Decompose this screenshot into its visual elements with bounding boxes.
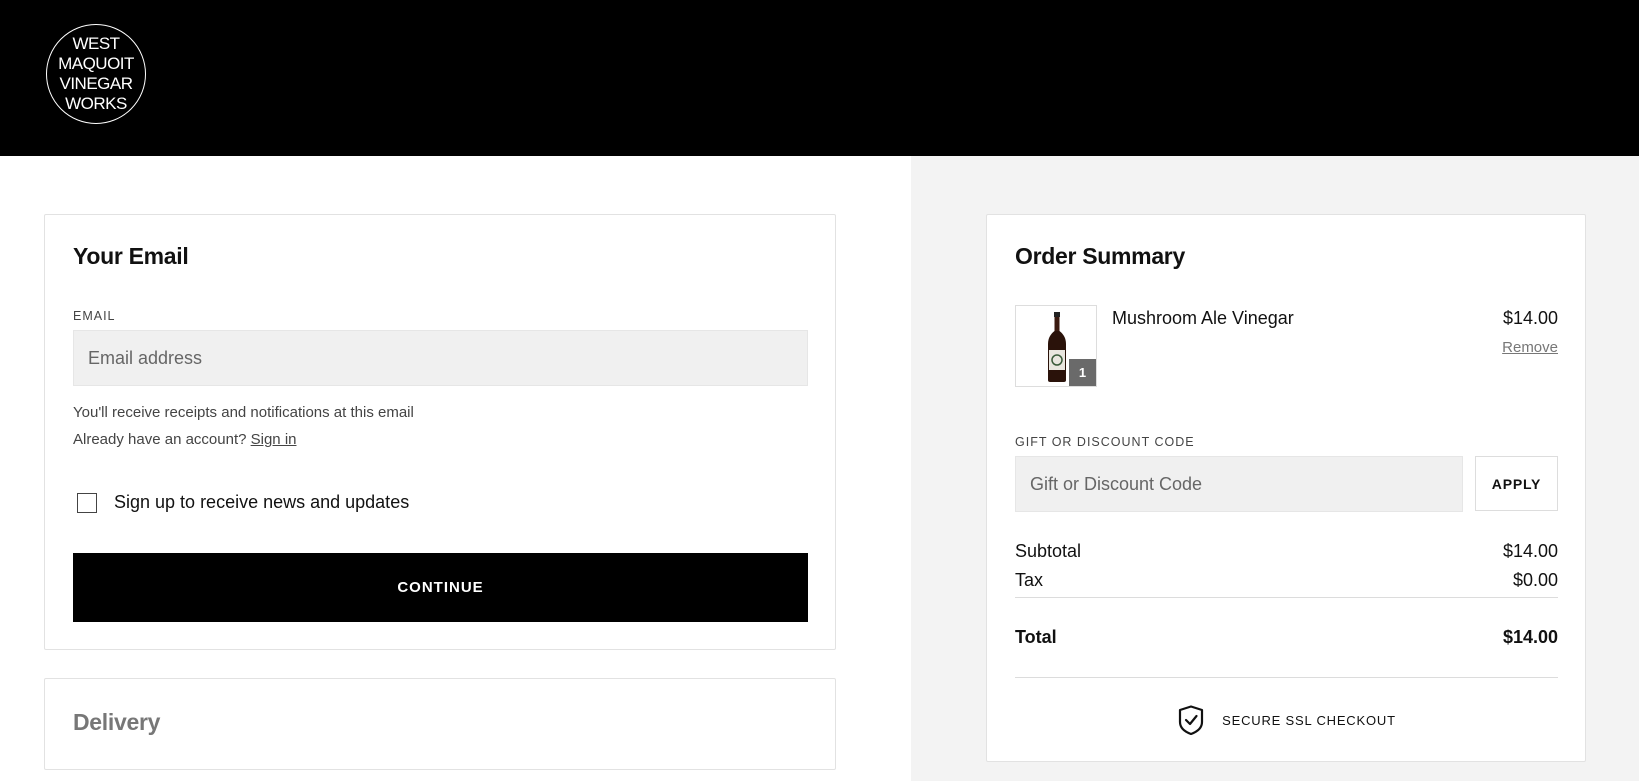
newsletter-label[interactable]: Sign up to receive news and updates: [114, 492, 409, 513]
newsletter-checkbox[interactable]: [77, 492, 97, 513]
order-summary-title: Order Summary: [1015, 243, 1185, 269]
shield-check-icon: [1179, 705, 1204, 735]
subtotal-value: $14.00: [1502, 541, 1558, 561]
logo-line: WEST: [72, 34, 120, 53]
site-header: WEST MAQUOIT VINEGAR WORKS: [0, 0, 1639, 156]
email-card: Your Email EMAIL Email address You'll re…: [44, 214, 836, 650]
continue-button[interactable]: CONTINUE: [73, 553, 808, 622]
email-input[interactable]: Email address: [73, 330, 808, 386]
order-summary-card: Order Summary 1 Mushroom Ale Vinegar $14…: [986, 214, 1586, 762]
tax-row: Tax $0.00: [1015, 570, 1558, 591]
subtotal-label: Subtotal: [1015, 541, 1082, 561]
logo-line: WORKS: [65, 94, 127, 113]
summary-divider: [1015, 597, 1558, 598]
discount-code-input[interactable]: Gift or Discount Code: [1015, 456, 1463, 512]
total-label: Total: [1015, 627, 1057, 647]
total-divider: [1015, 677, 1558, 678]
subtotal-row: Subtotal $14.00: [1015, 541, 1558, 562]
receipt-hint: You'll receive receipts and notification…: [73, 404, 414, 421]
newsletter-row[interactable]: Sign up to receive news and updates: [77, 492, 409, 513]
discount-label: GIFT OR DISCOUNT CODE: [1015, 435, 1195, 449]
apply-discount-button[interactable]: APPLY: [1475, 456, 1558, 511]
account-prompt: Already have an account?: [73, 431, 247, 448]
tax-label: Tax: [1015, 570, 1044, 590]
sign-in-link[interactable]: Sign in: [251, 431, 297, 448]
product-name: Mushroom Ale Vinegar: [1112, 308, 1294, 328]
account-prompt-row: Already have an account? Sign in: [73, 431, 297, 448]
logo-line: VINEGAR: [59, 74, 133, 93]
delivery-section-title: Delivery: [73, 709, 161, 735]
total-value: $14.00: [1502, 627, 1558, 647]
secure-checkout-label: SECURE SSL CHECKOUT: [1222, 712, 1396, 728]
delivery-card[interactable]: Delivery: [44, 678, 836, 770]
remove-item-link[interactable]: Remove: [1502, 339, 1558, 356]
email-placeholder: Email address: [88, 347, 203, 368]
vinegar-bottle-icon: [1048, 312, 1066, 382]
product-thumbnail: 1: [1015, 305, 1097, 387]
logo-line: MAQUOIT: [58, 54, 134, 73]
tax-value: $0.00: [1512, 570, 1558, 590]
email-section-title: Your Email: [73, 243, 189, 269]
product-price: $14.00: [1502, 308, 1558, 328]
discount-placeholder: Gift or Discount Code: [1030, 473, 1203, 494]
secure-checkout-badge: SECURE SSL CHECKOUT: [987, 705, 1587, 735]
email-label: EMAIL: [73, 309, 116, 323]
total-row: Total $14.00: [1015, 627, 1558, 648]
brand-logo[interactable]: WEST MAQUOIT VINEGAR WORKS: [46, 24, 146, 124]
quantity-badge: 1: [1069, 359, 1096, 386]
